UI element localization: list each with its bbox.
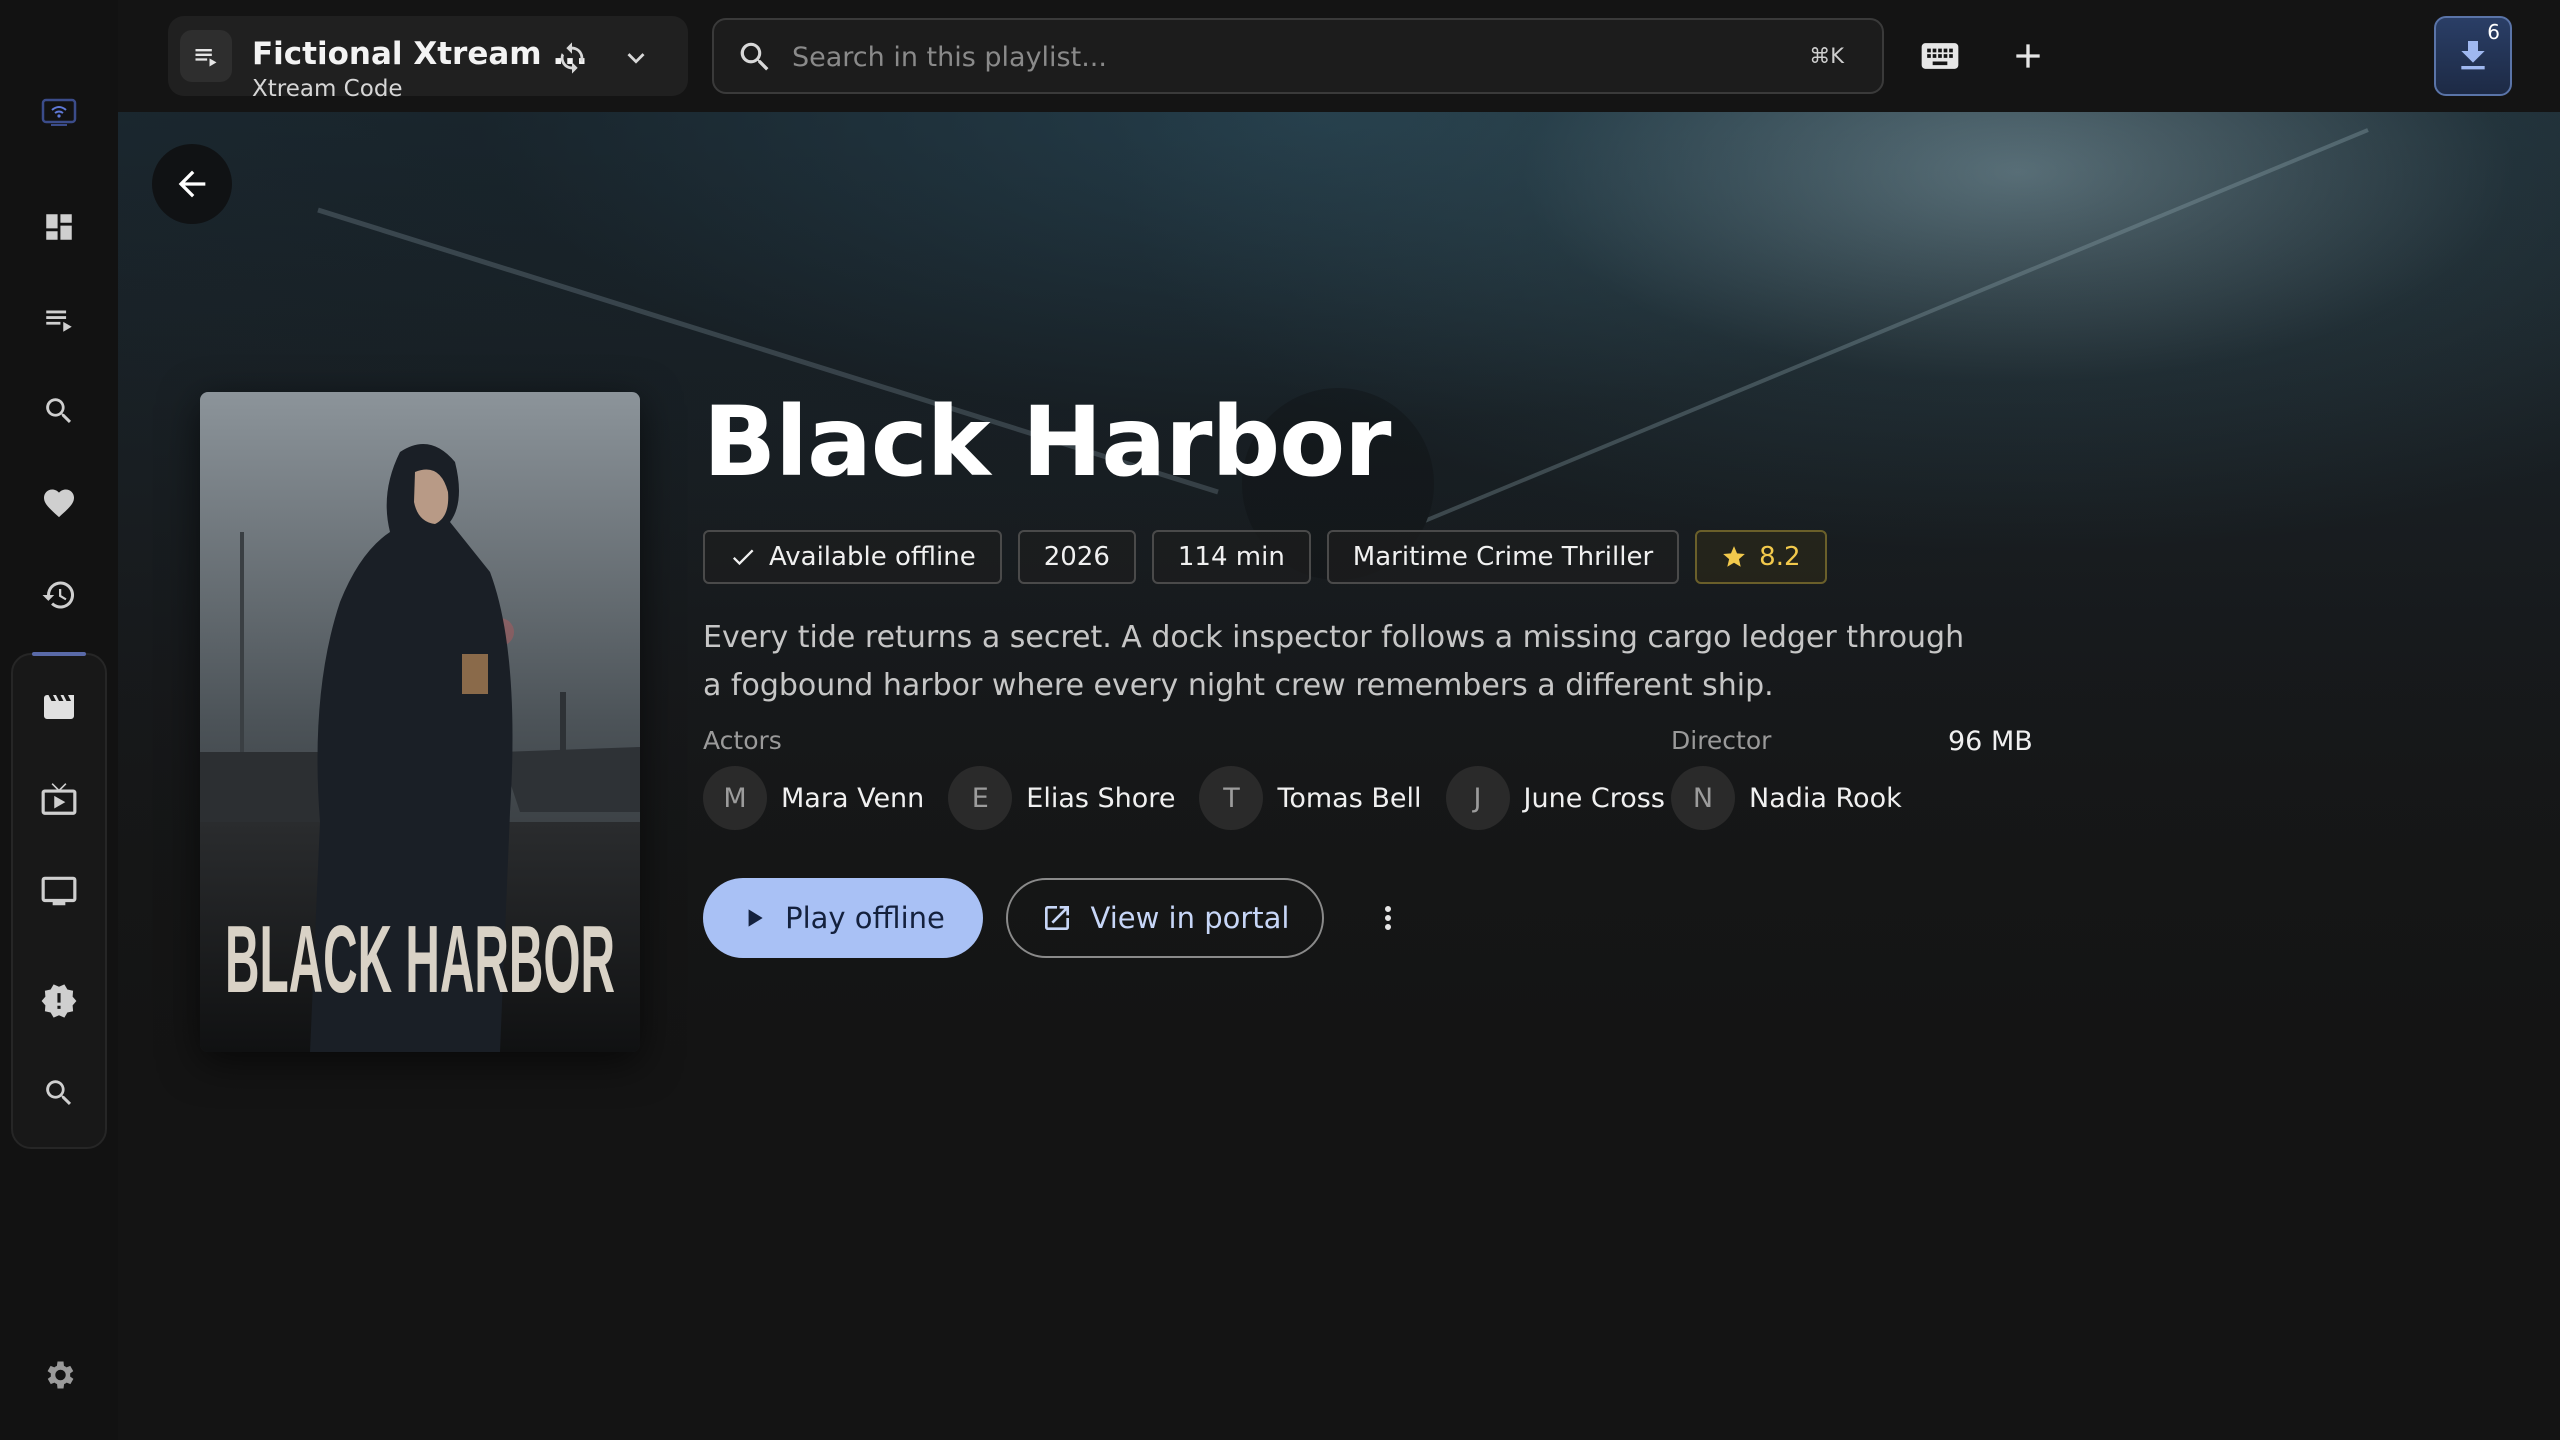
genre-chip: Maritime Crime Thriller (1326, 530, 1680, 584)
movies-icon[interactable] (34, 682, 84, 732)
arrow-left-icon (178, 170, 206, 198)
duration-value: 114 min (1177, 542, 1285, 572)
year-value: 2026 (1043, 542, 1110, 572)
genre-value: Maritime Crime Thriller (1352, 542, 1654, 572)
movie-meta-chips: Available offline 2026 114 min Maritime … (703, 530, 1827, 584)
actors-label: Actors (703, 726, 782, 755)
actor-item[interactable]: J June Cross (1445, 766, 1665, 830)
offline-label: Available offline (769, 542, 976, 572)
open-external-icon (1044, 906, 1069, 930)
downloads-count: 6 (2487, 20, 2500, 44)
year-chip: 2026 (1017, 530, 1136, 584)
playlist-selector[interactable]: Fictional Xtream ... Xtream Code (168, 16, 688, 102)
play-icon (748, 909, 763, 927)
actor-item[interactable]: M Mara Venn (703, 766, 924, 830)
poster-title: BLACK HARBOR (225, 906, 615, 1013)
settings-icon[interactable] (34, 1350, 84, 1400)
avatar: E (948, 766, 1013, 830)
search-box[interactable]: ⌘K (712, 18, 1884, 94)
movie-description: Every tide returns a secret. A dock insp… (703, 620, 1965, 703)
favorites-icon[interactable] (34, 478, 84, 528)
avatar: M (703, 766, 767, 830)
downloads-button[interactable]: 6 (2434, 16, 2512, 96)
active-indicator (32, 652, 86, 656)
playlist-type: Xtream Code (252, 76, 403, 102)
file-size: 96 MB (1948, 726, 2033, 757)
chevron-down-icon[interactable] (616, 38, 656, 78)
keyboard-icon[interactable] (1914, 30, 1966, 82)
alert-badge-icon[interactable] (34, 976, 84, 1026)
avatar: N (1671, 766, 1735, 830)
playlist-queue-icon (180, 30, 232, 82)
search-input[interactable] (792, 34, 1692, 80)
search-nav-icon[interactable] (34, 386, 84, 436)
movie-title: Black Harbor (703, 386, 1392, 498)
more-options-icon[interactable] (1368, 898, 1408, 938)
play-offline-button[interactable]: Play offline (703, 878, 983, 958)
offline-chip: Available offline (703, 530, 1002, 584)
actor-item[interactable]: T Tomas Bell (1199, 766, 1422, 830)
play-label: Play offline (785, 901, 945, 935)
search-shortcut: ⌘K (1809, 44, 1844, 68)
app-logo-icon[interactable] (34, 88, 84, 138)
movie-poster: BLACK HARBOR (200, 392, 640, 1052)
add-icon[interactable] (2002, 30, 2054, 82)
director-label: Director (1671, 726, 1772, 755)
portal-label: View in portal (1090, 901, 1290, 935)
actors-list: M Mara Venn E Elias Shore T Tomas Bell J… (703, 766, 1665, 830)
rating-chip: 8.2 (1695, 530, 1827, 584)
rating-value: 8.2 (1759, 542, 1801, 572)
playlist-title: Fictional Xtream ... (252, 36, 588, 72)
actor-name: Elias Shore (1026, 782, 1176, 814)
view-in-portal-button[interactable]: View in portal (1006, 878, 1324, 958)
global-search-icon[interactable] (34, 1068, 84, 1118)
director-name: Nadia Rook (1749, 782, 1902, 814)
check-icon (732, 549, 754, 566)
search-icon (740, 42, 769, 71)
director-item[interactable]: N Nadia Rook (1671, 766, 1902, 830)
playlist-icon[interactable] (34, 294, 84, 344)
sync-icon[interactable] (552, 38, 592, 78)
avatar: T (1199, 766, 1264, 830)
back-button[interactable] (152, 144, 232, 224)
actor-name: Mara Venn (781, 782, 925, 814)
dashboard-icon[interactable] (34, 202, 84, 252)
star-icon (1723, 546, 1745, 567)
avatar: J (1445, 766, 1510, 830)
actor-item[interactable]: E Elias Shore (948, 766, 1175, 830)
actor-name: Tomas Bell (1277, 782, 1422, 814)
duration-chip: 114 min (1151, 530, 1311, 584)
history-icon[interactable] (34, 570, 84, 620)
live-tv-icon[interactable] (34, 866, 84, 916)
director-list: N Nadia Rook (1671, 766, 1902, 830)
actor-name: June Cross (1523, 782, 1665, 814)
series-icon[interactable] (34, 774, 84, 824)
sidebar (0, 0, 118, 1440)
